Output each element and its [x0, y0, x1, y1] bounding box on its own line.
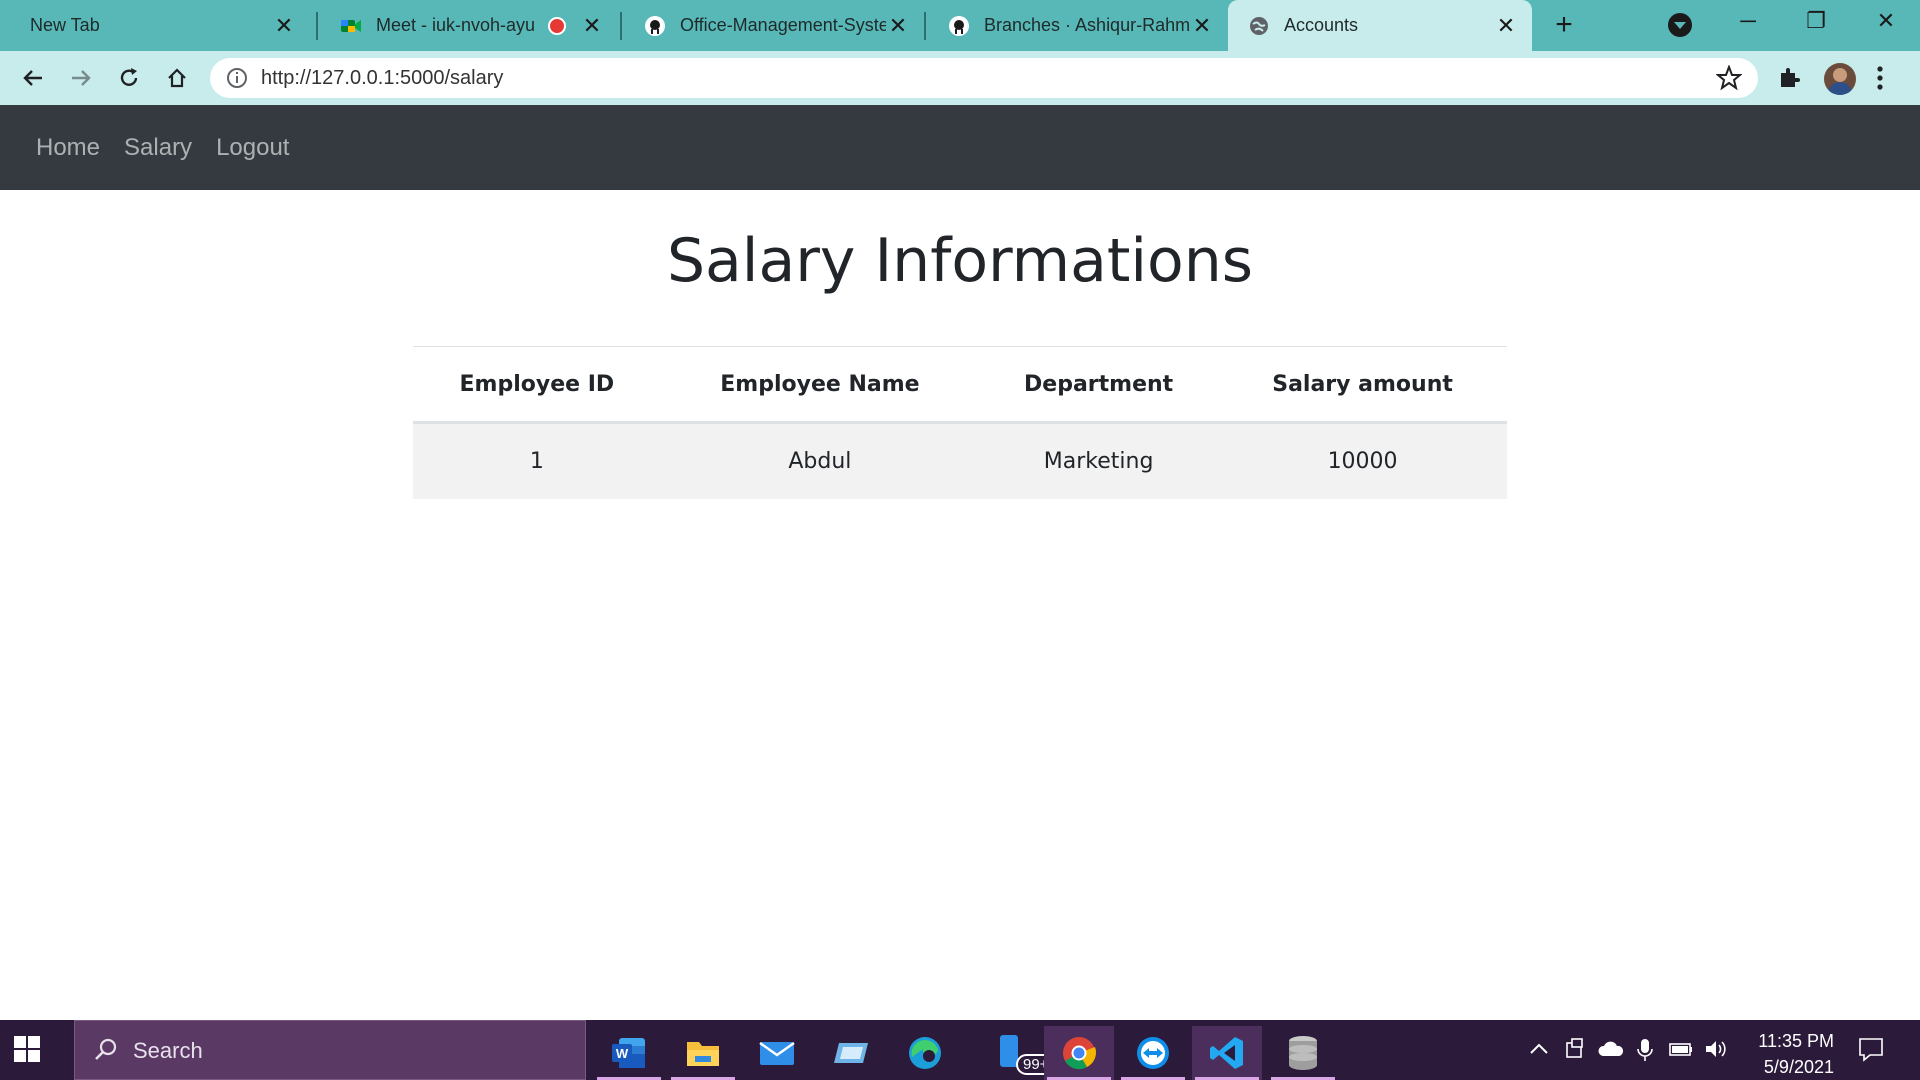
taskbar-app-teamviewer[interactable] — [1118, 1026, 1188, 1080]
column-header-department: Department — [979, 346, 1219, 424]
extensions-puzzle-icon[interactable] — [1777, 66, 1801, 90]
windows-start-icon[interactable] — [14, 1036, 40, 1062]
tab-title: Branches · Ashiqur-Rahma — [984, 15, 1190, 35]
cell-department: Marketing — [979, 422, 1219, 499]
tab-title: Meet - iuk-nvoh-ayu — [376, 15, 536, 35]
url-text[interactable]: http://127.0.0.1:5000/salary — [261, 67, 503, 90]
clock-date: 5/9/2021 — [1763, 1057, 1834, 1077]
close-icon[interactable]: ✕ — [580, 13, 604, 38]
taskbar-app-chrome[interactable] — [1044, 1026, 1114, 1080]
volume-icon[interactable] — [1704, 1038, 1730, 1060]
taskbar-app-remote[interactable] — [816, 1026, 886, 1080]
minimize-button[interactable]: ─ — [1728, 8, 1768, 38]
svg-text:W: W — [616, 1046, 629, 1061]
column-header-employee-id: Employee ID — [413, 346, 661, 424]
table-row: 1 Abdul Marketing 10000 — [413, 422, 1507, 499]
tab-new-tab[interactable]: New Tab ✕ — [10, 0, 310, 51]
database-icon — [1289, 1036, 1317, 1070]
home-button[interactable] — [160, 61, 194, 95]
site-navbar: Home Salary Logout — [0, 105, 1920, 190]
google-meet-icon — [341, 19, 361, 32]
cell-employee-id: 1 — [413, 422, 661, 499]
nav-link-home[interactable]: Home — [36, 134, 100, 162]
table-header-row: Employee ID Employee Name Department Sal… — [413, 346, 1507, 424]
remote-desktop-icon — [834, 1043, 868, 1063]
browser-tab-strip: New Tab ✕ Meet - iuk-nvoh-ayu ✕ Office-M… — [0, 0, 1920, 51]
search-placeholder: Search — [133, 1038, 203, 1063]
battery-icon[interactable] — [1668, 1038, 1694, 1060]
column-header-employee-name: Employee Name — [660, 346, 980, 424]
taskbar-app-word[interactable]: W — [594, 1026, 664, 1080]
column-header-salary-amount: Salary amount — [1218, 346, 1507, 424]
folder-icon — [687, 1042, 719, 1066]
cell-salary-amount: 10000 — [1218, 422, 1507, 499]
meet-now-icon[interactable] — [1564, 1038, 1586, 1060]
chrome-icon — [1063, 1037, 1097, 1070]
close-icon[interactable]: ✕ — [1190, 13, 1214, 38]
bookmark-star-icon[interactable] — [1716, 65, 1742, 91]
nav-link-logout[interactable]: Logout — [216, 134, 289, 162]
browser-toolbar: http://127.0.0.1:5000/salary — [0, 51, 1920, 105]
onedrive-cloud-icon[interactable] — [1598, 1038, 1624, 1060]
nav-link-salary[interactable]: Salary — [124, 134, 192, 162]
tab-separator — [316, 12, 318, 40]
chevron-up-icon[interactable] — [1528, 1038, 1550, 1060]
recording-indicator-icon — [548, 16, 566, 35]
taskbar-search-box[interactable]: Search — [74, 1020, 586, 1080]
tab-branches[interactable]: Branches · Ashiqur-Rahma ✕ — [928, 0, 1228, 51]
more-vertical-icon[interactable] — [1876, 65, 1884, 91]
close-icon[interactable]: ✕ — [886, 13, 910, 38]
profile-avatar[interactable] — [1824, 63, 1856, 95]
tab-search-button[interactable] — [1668, 13, 1692, 37]
arrow-left-icon — [23, 70, 42, 86]
microphone-icon[interactable] — [1636, 1038, 1654, 1062]
github-icon — [949, 15, 969, 36]
tab-office-management[interactable]: Office-Management-Syste ✕ — [624, 0, 924, 51]
taskbar-app-file-explorer[interactable] — [668, 1026, 738, 1080]
close-icon[interactable]: ✕ — [1494, 13, 1518, 38]
tab-title: Office-Management-Syste — [680, 15, 886, 35]
notification-center-icon[interactable] — [1858, 1036, 1884, 1062]
taskbar-app-phone[interactable]: 99+ — [978, 1026, 1056, 1080]
close-icon[interactable]: ✕ — [272, 13, 296, 38]
search-icon — [95, 1038, 117, 1060]
page-title: Salary Informations — [666, 226, 1254, 296]
salary-table: Employee ID Employee Name Department Sal… — [413, 346, 1507, 499]
system-clock[interactable]: 11:35 PM 5/9/2021 — [1738, 1028, 1834, 1080]
info-icon[interactable] — [226, 67, 248, 89]
tab-title: New Tab — [30, 15, 100, 35]
edge-icon — [909, 1037, 941, 1069]
tab-separator — [620, 12, 622, 40]
tab-accounts[interactable]: Accounts ✕ — [1228, 0, 1532, 51]
taskbar-app-database[interactable] — [1268, 1026, 1338, 1080]
word-icon: W — [612, 1038, 645, 1068]
forward-button[interactable] — [64, 61, 98, 95]
clock-time: 11:35 PM — [1758, 1031, 1834, 1051]
mail-icon — [759, 1042, 795, 1065]
teamviewer-icon — [1137, 1037, 1169, 1069]
taskbar-app-edge[interactable] — [890, 1026, 960, 1080]
vscode-icon — [1210, 1037, 1243, 1069]
arrow-right-icon — [72, 70, 91, 86]
tab-separator — [924, 12, 926, 40]
restore-button[interactable]: ❐ — [1796, 8, 1836, 38]
cell-employee-name: Abdul — [660, 422, 980, 499]
taskbar-app-vscode[interactable] — [1192, 1026, 1262, 1080]
reload-icon — [120, 68, 138, 86]
taskbar-app-mail[interactable] — [742, 1026, 812, 1080]
tab-title: Accounts — [1284, 15, 1359, 35]
back-button[interactable] — [16, 61, 50, 95]
github-icon — [645, 15, 665, 36]
reload-button[interactable] — [112, 61, 146, 95]
close-window-button[interactable]: ✕ — [1866, 8, 1906, 38]
globe-icon — [1250, 16, 1268, 35]
windows-taskbar: Search W 99+ 11:35 PM 5/9/2021 — [0, 1020, 1920, 1080]
address-bar[interactable]: http://127.0.0.1:5000/salary — [210, 58, 1758, 98]
new-tab-button[interactable]: + — [1548, 10, 1580, 42]
home-icon — [168, 68, 186, 88]
tab-meet[interactable]: Meet - iuk-nvoh-ayu ✕ — [320, 0, 618, 51]
